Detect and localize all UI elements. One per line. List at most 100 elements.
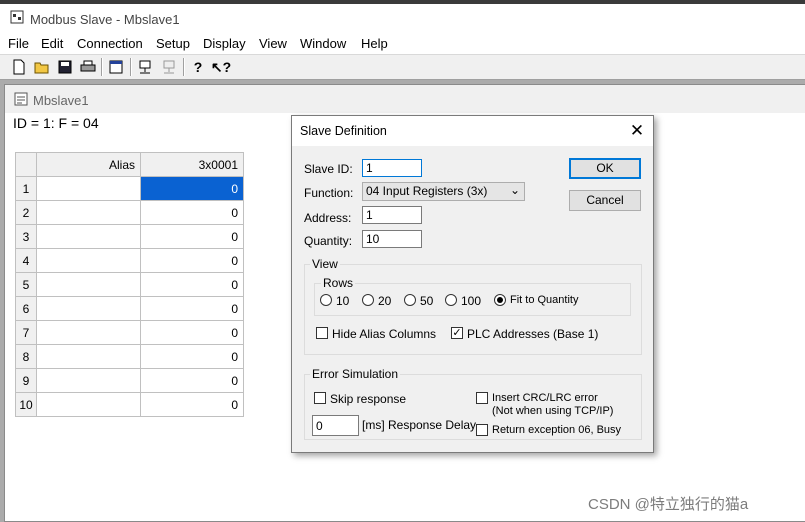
address-label: Address: [304,211,352,225]
menu-view[interactable]: View [259,36,287,51]
app-icon [10,10,24,24]
watermark: CSDN @特立独行的猫a [588,496,749,513]
menu-setup[interactable]: Setup [156,36,190,51]
table-row[interactable]: 70 [15,320,244,345]
rows-radio-100-label: 100 [461,294,482,308]
value-column-header[interactable]: 3x0001 [140,152,244,177]
row-number: 4 [15,248,37,273]
new-icon[interactable] [10,58,28,76]
open-icon[interactable] [33,58,51,76]
app-titlebar: Modbus Slave - Mbslave1 [0,4,805,32]
row-number: 1 [15,176,37,201]
context-help-icon[interactable]: ↖? [211,58,231,76]
alias-cell[interactable] [36,176,141,201]
slave-status-line: ID = 1: F = 04 [13,115,99,131]
alias-cell[interactable] [36,200,141,225]
slave-id-label: Slave ID: [304,162,353,176]
chevron-down-icon: ⌄ [509,183,520,197]
print-icon[interactable] [79,58,97,76]
rows-radio-10-label: 10 [336,294,350,308]
menubar: File Edit Connection Setup Display View … [0,32,805,55]
rows-radio-50-label: 50 [420,294,434,308]
alias-cell[interactable] [36,248,141,273]
toolbar-separator [183,58,185,76]
rows-radio-20-label: 20 [378,294,392,308]
value-cell[interactable]: 0 [140,344,244,369]
alias-cell[interactable] [36,320,141,345]
ok-button[interactable]: OK [569,158,641,179]
row-number: 8 [15,344,37,369]
row-number: 7 [15,320,37,345]
value-cell[interactable]: 0 [140,176,244,201]
value-cell[interactable]: 0 [140,392,244,417]
table-row[interactable]: 60 [15,296,244,321]
value-cell[interactable]: 0 [140,224,244,249]
rows-radio-fit[interactable] [494,294,506,306]
toolbar: ? ↖? [0,55,805,80]
rows-radio-20[interactable] [362,294,374,306]
plc-addresses-checkbox[interactable]: ✓ [451,327,463,339]
value-cell[interactable]: 0 [140,248,244,273]
value-cell[interactable]: 0 [140,272,244,297]
table-row[interactable]: 10 [15,176,244,201]
alias-cell[interactable] [36,224,141,249]
alias-cell[interactable] [36,272,141,297]
alias-cell[interactable] [36,392,141,417]
table-row[interactable]: 40 [15,248,244,273]
table-row[interactable]: 10 0 [15,392,244,417]
alias-cell[interactable] [36,368,141,393]
toolbar-separator [101,58,103,76]
skip-response-label: Skip response [330,392,407,406]
grid-corner [15,152,37,177]
rows-radio-100[interactable] [445,294,457,306]
alias-cell[interactable] [36,344,141,369]
grid-header-row: Alias 3x0001 [15,152,244,177]
window-icon[interactable] [107,58,125,76]
address-input[interactable]: 1 [362,206,422,224]
value-cell[interactable]: 0 [140,296,244,321]
cancel-button[interactable]: Cancel [569,190,641,211]
table-row[interactable]: 90 [15,368,244,393]
value-cell[interactable]: 0 [140,200,244,225]
error-simulation-label: Error Simulation [310,367,401,381]
quantity-input[interactable]: 10 [362,230,422,248]
hide-alias-checkbox[interactable] [316,327,328,339]
menu-file[interactable]: File [8,36,29,51]
value-cell[interactable]: 0 [140,320,244,345]
connect-icon[interactable] [136,58,154,76]
row-number: 9 [15,368,37,393]
skip-response-checkbox[interactable] [314,392,326,404]
child-titlebar: Mbslave1 [5,85,805,113]
rows-group-label: Rows [321,276,356,290]
menu-help[interactable]: Help [361,36,388,51]
app-title: Modbus Slave - Mbslave1 [30,12,180,27]
response-delay-input[interactable]: 0 [312,415,359,436]
table-row[interactable]: 30 [15,224,244,249]
menu-display[interactable]: Display [203,36,246,51]
insert-crc-checkbox[interactable] [476,392,488,404]
rows-radio-50[interactable] [404,294,416,306]
rows-radio-10[interactable] [320,294,332,306]
value-cell[interactable]: 0 [140,368,244,393]
help-icon[interactable]: ? [189,58,207,76]
alias-column-header[interactable]: Alias [36,152,141,177]
alias-cell[interactable] [36,296,141,321]
toolbar-separator [130,58,132,76]
menu-edit[interactable]: Edit [41,36,63,51]
register-grid: Alias 3x0001 10 20 30 40 50 60 70 80 90 … [15,152,244,417]
save-icon[interactable] [56,58,74,76]
close-icon[interactable]: ✕ [626,121,648,141]
menu-window[interactable]: Window [300,36,346,51]
plc-addresses-label: PLC Addresses (Base 1) [467,327,599,341]
table-row[interactable]: 50 [15,272,244,297]
return-exception-checkbox[interactable] [476,424,488,436]
table-row[interactable]: 20 [15,200,244,225]
row-number: 10 [15,392,37,417]
table-row[interactable]: 80 [15,344,244,369]
function-select[interactable]: 04 Input Registers (3x) ⌄ [362,182,525,201]
slave-id-input[interactable]: 1 [362,159,422,177]
hide-alias-label: Hide Alias Columns [332,327,437,341]
row-number: 6 [15,296,37,321]
disconnect-icon[interactable] [160,58,178,76]
menu-connection[interactable]: Connection [77,36,143,51]
